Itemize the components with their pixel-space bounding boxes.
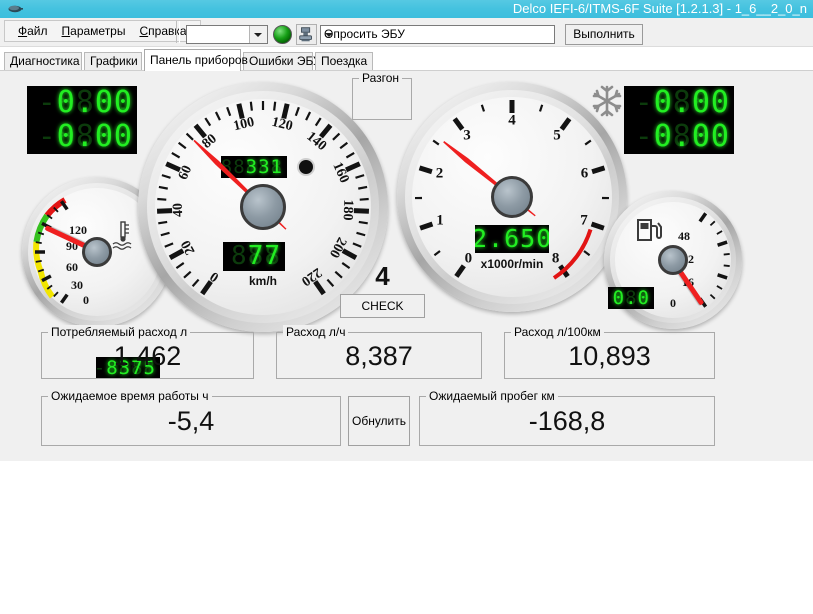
chevron-down-icon xyxy=(254,33,262,37)
consumption-per-hour-field: Расход л/ч 8,387 xyxy=(276,325,482,379)
tick-label-180: 180 xyxy=(339,199,356,222)
speedo-lower-lcd-value: 77 xyxy=(247,242,281,271)
chevron-down-icon xyxy=(325,33,333,37)
temp-gauge-hub xyxy=(82,237,112,267)
snowflake-icon xyxy=(592,85,622,117)
temp-tick-label-30: 30 xyxy=(71,278,83,292)
dashboard-panel: -888. 0.00 -888. 0.00 120 90 60 30 0 -88… xyxy=(0,71,813,461)
temp-tick-label-120: 120 xyxy=(69,223,87,237)
menu-item-file[interactable]: Файл xyxy=(11,22,55,40)
fuel-gauge-hub xyxy=(658,245,688,275)
expected-runtime-value: -5,4 xyxy=(167,406,215,436)
speedo-unit-label: km/h xyxy=(248,274,277,288)
tick-label-4: 4 xyxy=(508,112,516,129)
tacho-hub xyxy=(491,176,533,218)
consumption-per-100km-value: 10,893 xyxy=(568,341,651,371)
menu-item-file-rest: айл xyxy=(27,24,48,38)
fuel-tick-label-48: 48 xyxy=(678,229,690,243)
menu-item-parameters[interactable]: Параметры xyxy=(55,22,133,40)
check-button[interactable]: CHECK xyxy=(340,294,425,318)
fuel-lcd-value: 0.0 xyxy=(612,287,650,309)
execute-button[interactable]: Выполнить xyxy=(565,24,643,45)
temp-tick-label-0: 0 xyxy=(83,293,89,307)
fuel-pump-icon xyxy=(637,219,662,241)
temp-tick-label-60: 60 xyxy=(66,260,78,274)
port-combo[interactable] xyxy=(186,25,268,44)
tab-bar: Диагностика Графики Панель приборов Ошиб… xyxy=(0,49,813,71)
left-lcd-row-1: -888. 0.00 xyxy=(27,86,137,120)
consumption-per-hour-value: 8,387 xyxy=(345,341,413,371)
right-lcd-row-2: -888. 0.00 xyxy=(624,120,734,154)
left-lcd-display: -888. 0.00 -888. 0.00 xyxy=(27,86,137,154)
expected-runtime-label: Ожидаемое время работы ч xyxy=(48,389,212,403)
fuel-consumed-field: Потребляемый расход л 1,462 xyxy=(41,325,254,379)
speedo-indicator-dot xyxy=(299,160,313,174)
menu-item-help[interactable]: Справка xyxy=(132,22,193,40)
speedo-hub xyxy=(240,184,286,230)
window-title: Delco IEFI-6/ITMS-6F Suite [1.2.1.3] - 1… xyxy=(512,1,807,16)
expected-range-field: Ожидаемый пробег км -168,8 xyxy=(419,389,715,446)
acceleration-group: Разгон xyxy=(352,71,412,120)
tick-label-5: 5 xyxy=(553,127,561,144)
consumption-per-100km-field: Расход л/100км 10,893 xyxy=(504,325,715,379)
speedo-lower-lcd: 888 77 xyxy=(223,242,285,271)
acceleration-group-title: Разгон xyxy=(359,71,403,85)
right-lcd-value-2: 0.00 xyxy=(653,119,730,154)
gear-indicator: 4 xyxy=(375,261,390,291)
menu-bar: Файл Параметры Справка xyxy=(4,20,201,42)
right-lcd-row-1: -888. 0.00 xyxy=(624,86,734,120)
tab-graphs[interactable]: Графики xyxy=(84,52,142,71)
toolbar-separator xyxy=(176,21,180,43)
tab-diagnostics[interactable]: Диагностика xyxy=(4,52,82,71)
obd-connector-button[interactable] xyxy=(296,24,317,45)
tick-label-1: 1 xyxy=(436,212,444,229)
tacho-unit-label: x1000r/min xyxy=(480,257,544,271)
port-combo-arrow[interactable] xyxy=(249,26,267,43)
obd-connector-icon xyxy=(299,27,312,42)
expected-range-label: Ожидаемый пробег км xyxy=(426,389,558,403)
fuel-tick-label-0: 0 xyxy=(670,296,676,310)
right-lcd-value-1: 0.00 xyxy=(653,86,730,120)
command-combo-value: Опросить ЭБУ xyxy=(324,27,405,41)
tick-label-2: 2 xyxy=(435,165,444,182)
expected-runtime-field: Ожидаемое время работы ч -5,4 xyxy=(41,389,341,446)
title-bar: Delco IEFI-6/ITMS-6F Suite [1.2.1.3] - 1… xyxy=(0,0,813,18)
tick-label-3: 3 xyxy=(463,127,471,144)
tick-label-40: 40 xyxy=(170,203,187,218)
tab-ecu-errors[interactable]: Ошибки ЭБУ xyxy=(243,52,321,71)
app-icon xyxy=(8,5,23,13)
connection-led-indicator xyxy=(273,25,292,44)
fuel-consumed-label: Потребляемый расход л xyxy=(48,325,191,339)
left-lcd-value-1: 0.00 xyxy=(56,86,133,120)
fuel-consumed-value: 1,462 xyxy=(113,341,182,371)
application-window: Delco IEFI-6/ITMS-6F Suite [1.2.1.3] - 1… xyxy=(0,0,813,614)
tick-label-7: 7 xyxy=(580,212,588,229)
command-combo[interactable]: Опросить ЭБУ xyxy=(320,25,555,44)
menu-item-help-rest: правка xyxy=(148,24,187,38)
thermometer-coolant-icon xyxy=(112,221,132,250)
reset-button[interactable]: Обнулить xyxy=(348,396,410,446)
tick-label-6: 6 xyxy=(580,165,589,182)
expected-range-value: -168,8 xyxy=(528,406,606,436)
fuel-lcd-display: 888 0.0 xyxy=(608,287,654,309)
tacho-lcd: 2.650 xyxy=(475,225,549,253)
consumption-per-100km-label: Расход л/100км xyxy=(511,325,604,339)
tab-dashboard[interactable]: Панель приборов xyxy=(144,49,248,71)
left-lcd-value-2: 0.00 xyxy=(56,119,133,154)
tab-trip[interactable]: Поездка xyxy=(315,52,373,71)
left-lcd-row-2: -888. 0.00 xyxy=(27,120,137,154)
right-lcd-display: -888. 0.00 -888. 0.00 xyxy=(624,86,734,154)
menu-item-parameters-rest: араметры xyxy=(70,24,126,38)
tacho-lcd-value: 2.650 xyxy=(475,225,549,253)
consumption-per-hour-label: Расход л/ч xyxy=(283,325,349,339)
